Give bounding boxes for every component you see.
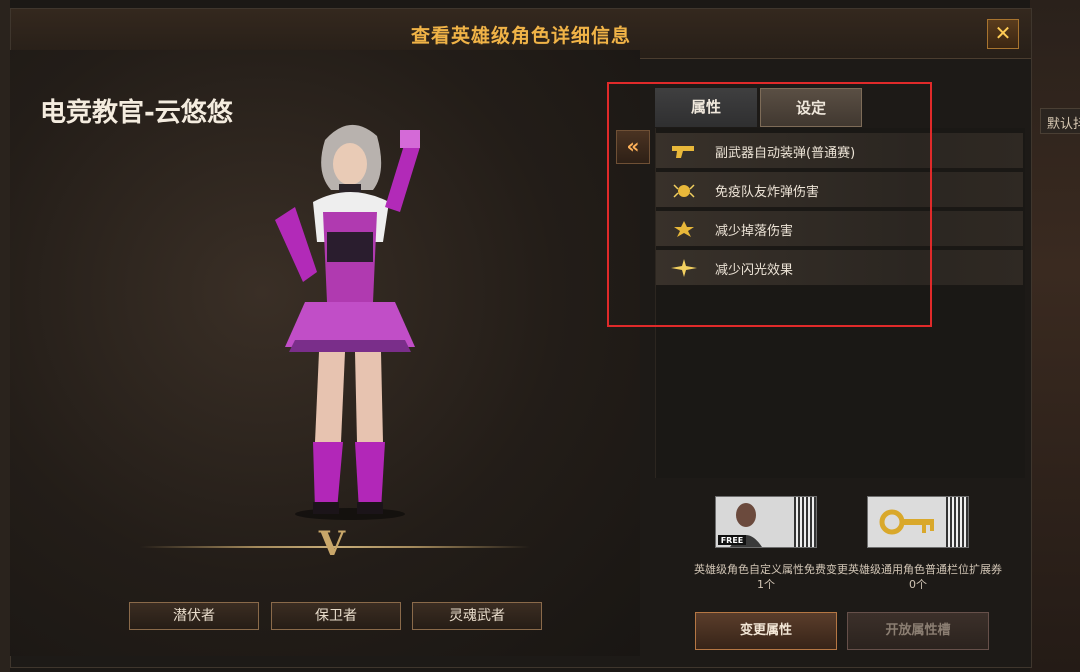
collapse-panel-button[interactable]: «	[616, 130, 650, 164]
attribute-label: 减少闪光效果	[715, 263, 794, 278]
close-button[interactable]: ✕	[987, 19, 1019, 49]
attribute-label: 免疫队友炸弹伤害	[715, 185, 820, 200]
attribute-label: 减少掉落伤害	[715, 224, 794, 239]
skill-button-soul-warrior[interactable]: 灵魂武者	[412, 602, 542, 630]
grenade-icon	[673, 184, 695, 198]
background-tab-label: 默认抖	[1040, 108, 1080, 134]
coupon-label: 英雄级角色自定义属性免费变更	[694, 563, 848, 576]
open-attribute-slot-button[interactable]: 开放属性槽	[847, 612, 989, 650]
skill-button-lurker[interactable]: 潜伏者	[129, 602, 259, 630]
skill-button-guardian[interactable]: 保卫者	[271, 602, 401, 630]
coupon-character-art: FREE	[716, 497, 794, 547]
key-icon	[868, 497, 946, 547]
attribute-label: 副武器自动装弹(普通赛)	[715, 146, 856, 161]
change-attribute-button[interactable]: 变更属性	[695, 612, 837, 650]
pistol-icon	[672, 146, 694, 158]
attribute-row: 减少闪光效果	[656, 250, 1023, 286]
coupon-barcode	[794, 497, 816, 547]
tab-settings[interactable]: 设定	[760, 88, 862, 127]
coupon-free-label: FREE	[721, 536, 744, 545]
dialog-title: 查看英雄级角色详细信息	[410, 25, 631, 47]
background-left-strip	[0, 0, 10, 672]
character-model	[275, 124, 420, 520]
double-chevron-left-icon: «	[626, 134, 640, 158]
coupon-label: 英雄级通用角色普通栏位扩展券	[848, 563, 1002, 576]
character-name: 电竞教官-云悠悠	[40, 98, 233, 128]
rank-badge: V	[318, 524, 346, 564]
coupon-count: 1个	[757, 578, 775, 591]
slot-expand-coupon[interactable]	[867, 496, 969, 548]
fall-damage-icon	[674, 221, 694, 237]
coupon-count: 0个	[909, 578, 927, 591]
attribute-row: 免疫队友炸弹伤害	[656, 172, 1023, 208]
attribute-row: 副武器自动装弹(普通赛)	[656, 133, 1023, 169]
tab-attributes[interactable]: 属性	[655, 88, 757, 127]
coupon-barcode	[946, 497, 968, 547]
flash-icon	[671, 259, 697, 277]
attribute-row: 减少掉落伤害	[656, 211, 1023, 247]
free-change-coupon[interactable]: FREE	[715, 496, 817, 548]
close-icon: ✕	[994, 21, 1012, 45]
coupon-area: FREE 英雄级角色自定义属性免费变更 1个 英雄级通用角色普通栏位扩展券 0个	[672, 480, 1032, 600]
background-right-strip: 默认抖	[1030, 0, 1080, 672]
